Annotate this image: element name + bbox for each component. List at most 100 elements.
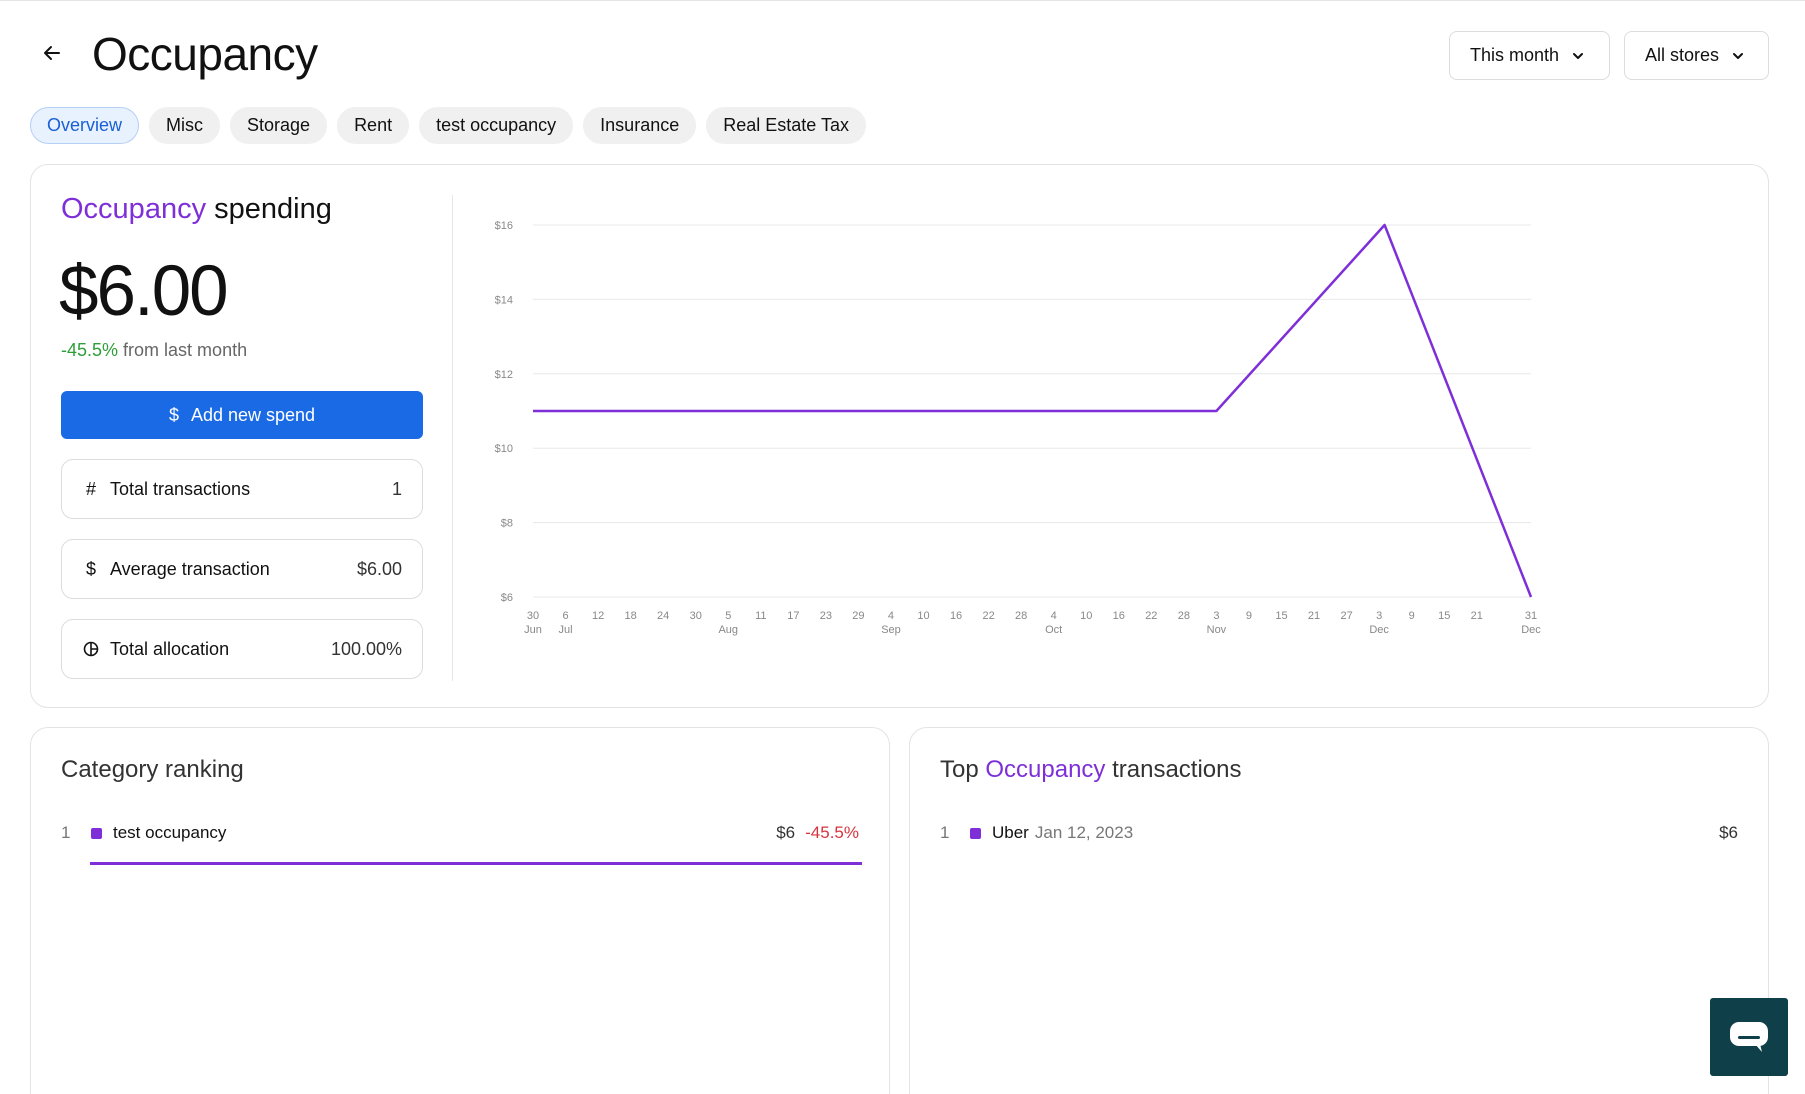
stat-value: 1 <box>391 478 402 499</box>
x-tick-label: 17 <box>787 610 799 622</box>
stat-value: 100.00% <box>330 638 402 659</box>
category-tabs: Overview Misc Storage Rent test occupanc… <box>30 107 866 144</box>
y-tick-label: $14 <box>495 294 513 306</box>
ranking-share-bar <box>90 862 862 865</box>
transaction-rank: 1 <box>940 823 950 842</box>
x-tick-label: 11 <box>755 610 766 622</box>
ranking-category-name: test occupancy <box>113 823 227 842</box>
x-tick-label: 30 <box>690 610 702 622</box>
x-tick-month-label: Jun <box>524 624 542 636</box>
chevron-down-icon <box>1731 49 1745 63</box>
store-dropdown-label: All stores <box>1645 45 1720 65</box>
x-tick-label: 27 <box>1340 610 1352 622</box>
x-tick-label: 3 <box>1213 610 1219 622</box>
page-title: Occupancy <box>92 28 318 80</box>
x-tick-label: 4 <box>1051 610 1057 622</box>
x-tick-label: 28 <box>1015 610 1027 622</box>
chevron-down-icon <box>1571 49 1585 63</box>
stat-label: Total transactions <box>110 478 251 499</box>
x-tick-label: 29 <box>852 610 864 622</box>
x-tick-label: 21 <box>1308 610 1320 622</box>
ranking-change: -45.5% <box>805 823 859 842</box>
ranking-rank: 1 <box>61 823 71 842</box>
x-tick-label: 15 <box>1438 610 1450 622</box>
arrow-left-icon <box>44 46 60 60</box>
spending-title: Occupancy spending <box>61 193 332 226</box>
period-dropdown[interactable]: This month <box>1449 31 1610 80</box>
y-tick-label: $10 <box>495 443 513 455</box>
period-dropdown-label: This month <box>1470 45 1560 65</box>
x-tick-label: 23 <box>820 610 832 622</box>
x-tick-label: 16 <box>950 610 962 622</box>
top-transactions-title-accent: Occupancy <box>985 756 1106 783</box>
x-tick-label: 16 <box>1113 610 1125 622</box>
stat-label: Total allocation <box>110 638 230 659</box>
y-tick-label: $12 <box>495 369 513 381</box>
tab-overview[interactable]: Overview <box>30 107 140 144</box>
x-tick-label: 30 <box>527 610 539 622</box>
tab-rent[interactable]: Rent <box>337 107 410 144</box>
change-text: from last month <box>118 340 248 360</box>
x-tick-label: 10 <box>1080 610 1092 622</box>
y-tick-label: $16 <box>495 220 513 232</box>
transaction-row[interactable]: 1 Uber Jan 12, 2023 $6 <box>940 818 1738 848</box>
x-tick-label: 9 <box>1409 610 1415 622</box>
y-tick-label: $8 <box>501 518 513 530</box>
category-color-swatch <box>970 827 981 839</box>
x-tick-month-label: Jul <box>559 624 573 636</box>
tab-insurance[interactable]: Insurance <box>583 107 697 144</box>
transaction-date: Jan 12, 2023 <box>1034 823 1134 842</box>
top-transactions-title-suffix: transactions <box>1105 756 1242 783</box>
x-tick-label: 28 <box>1178 610 1190 622</box>
category-ranking-title: Category ranking <box>61 756 244 783</box>
top-transactions-title-prefix: Top <box>940 756 986 783</box>
x-tick-label: 4 <box>888 610 894 622</box>
x-tick-label: 5 <box>725 610 731 622</box>
tab-test-occupancy[interactable]: test occupancy <box>419 107 574 144</box>
ranking-amount: $6 <box>776 823 796 842</box>
change-value: -45.5% <box>61 340 119 360</box>
spending-title-rest: spending <box>206 193 332 225</box>
top-transactions-card: Top Occupancy transactions 1 Uber Jan 12… <box>909 727 1769 1094</box>
stat-total-allocation: Total allocation 100.00% <box>61 619 423 679</box>
divider <box>452 195 453 681</box>
x-tick-label: 10 <box>917 610 929 622</box>
hash-icon: # <box>85 478 96 499</box>
x-tick-month-label: Sep <box>881 624 901 636</box>
x-tick-label: 12 <box>592 610 604 622</box>
stat-total-transactions: # Total transactions 1 <box>61 459 423 519</box>
x-tick-label: 3 <box>1376 610 1382 622</box>
x-tick-label: 24 <box>657 610 669 622</box>
store-dropdown[interactable]: All stores <box>1624 31 1769 80</box>
tab-real-estate-tax[interactable]: Real Estate Tax <box>706 107 866 144</box>
pie-icon <box>82 641 100 657</box>
x-tick-month-label: Dec <box>1369 624 1389 636</box>
x-tick-label: 22 <box>982 610 994 622</box>
category-ranking-card: Category ranking 1 test occupancy $6 -45… <box>30 727 890 1094</box>
tab-storage[interactable]: Storage <box>230 107 328 144</box>
x-tick-label: 22 <box>1145 610 1157 622</box>
total-amount: $6.00 <box>59 252 229 331</box>
back-button[interactable] <box>38 39 66 67</box>
spending-title-accent: Occupancy <box>61 193 207 225</box>
transaction-amount: $6 <box>1719 823 1738 842</box>
y-tick-label: $6 <box>501 592 513 604</box>
stat-average-transaction: $ Average transaction $6.00 <box>61 539 423 599</box>
x-tick-label: 21 <box>1471 610 1483 622</box>
add-new-spend-button[interactable]: $ Add new spend <box>61 391 423 439</box>
spending-line-chart: $6 $8 $10 $12 $14 $16 30 Jun 6 Jul 12 18 24 30 5 Aug 11 1… <box>495 220 1542 636</box>
chat-support-button[interactable] <box>1710 998 1788 1076</box>
dollar-icon: $ <box>85 558 96 579</box>
ranking-row[interactable]: 1 test occupancy $6 -45.5% <box>61 818 859 848</box>
change-from-last-month: -45.5% from last month <box>61 340 247 361</box>
x-tick-month-label: Oct <box>1045 624 1062 636</box>
add-new-spend-label: Add new spend <box>190 404 316 425</box>
transaction-merchant: Uber <box>992 823 1029 842</box>
chat-icon <box>1730 1022 1768 1052</box>
tab-misc[interactable]: Misc <box>149 107 221 144</box>
x-tick-month-label: Nov <box>1207 624 1227 636</box>
x-tick-label: 15 <box>1275 610 1287 622</box>
x-tick-label: 9 <box>1246 610 1252 622</box>
category-color-swatch <box>91 827 102 839</box>
top-transactions-title: Top Occupancy transactions <box>940 756 1242 784</box>
